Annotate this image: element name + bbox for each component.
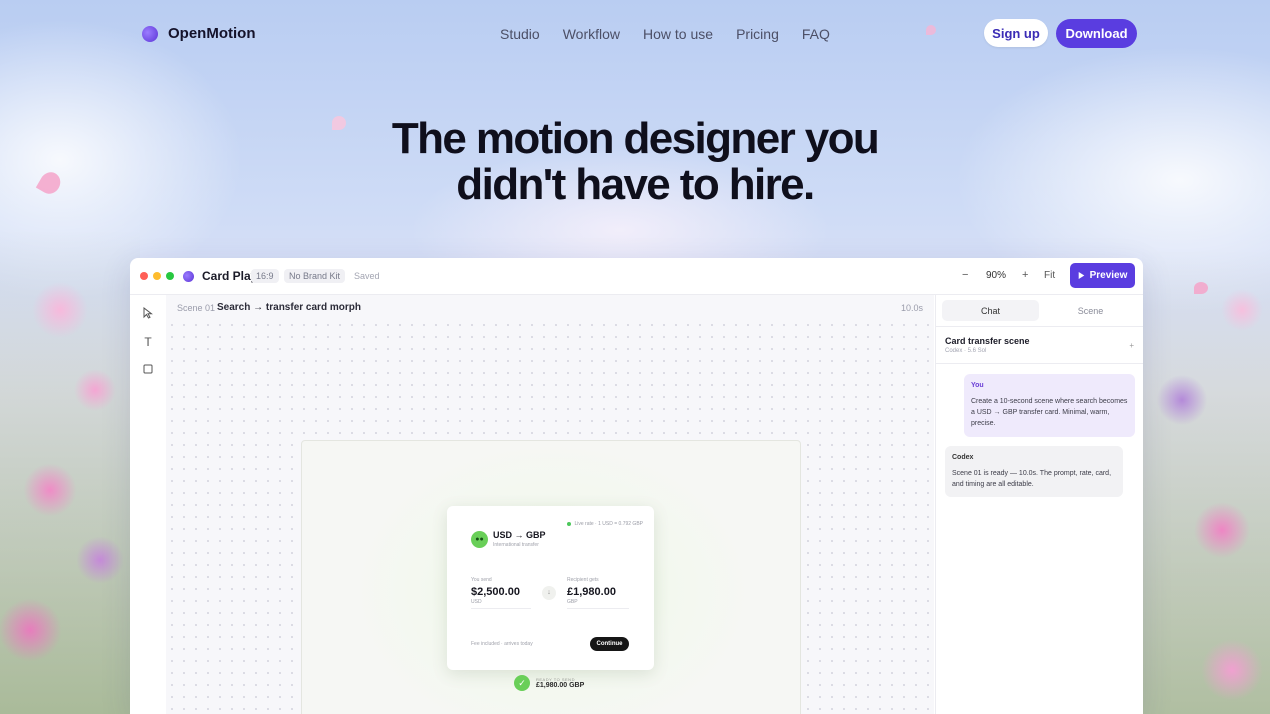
- scene-duration: 10.0s: [900, 303, 923, 313]
- receive-currency: GBP: [567, 599, 578, 605]
- flower-decoration-left: [0, 230, 140, 714]
- tab-chat[interactable]: Chat: [942, 300, 1039, 321]
- play-icon: [1078, 272, 1084, 279]
- scene-header: Scene 01 Search → transfer card morph 10…: [166, 295, 934, 320]
- send-label: You send: [471, 577, 492, 583]
- window-close-dot[interactable]: [140, 272, 148, 280]
- brand-logo[interactable]: OpenMotion: [142, 25, 255, 42]
- project-mark-icon: [183, 271, 194, 282]
- receive-label: Recipient gets: [567, 577, 599, 583]
- message-text: Create a 10-second scene where search be…: [971, 398, 1128, 427]
- ready-text: READY TO SEND £1,980.00 GBP: [536, 677, 584, 689]
- send-underline: [471, 608, 531, 609]
- zoom-level[interactable]: 90%: [986, 270, 1006, 281]
- hero-line-1: The motion designer you: [391, 114, 880, 163]
- hero-headline: The motion designer you didn't have to h…: [0, 116, 1270, 208]
- live-rate-text: Live rate · 1 USD = 0.792 GBP: [574, 521, 643, 527]
- currency-flag-icon: ●●: [471, 531, 488, 548]
- app-window: Card Play 16:9 No Brand Kit Saved − 90% …: [130, 258, 1143, 714]
- window-maximize-dot[interactable]: [166, 272, 174, 280]
- check-icon: ✓: [514, 675, 530, 691]
- petal-decoration: [1194, 282, 1208, 294]
- editor-canvas[interactable]: Scene 01 Search → transfer card morph 10…: [166, 295, 934, 714]
- message-author: Codex: [952, 454, 974, 461]
- swap-arrow-icon[interactable]: ↓: [542, 586, 556, 600]
- live-indicator-icon: [567, 522, 572, 526]
- message-text: Scene 01 is ready — 10.0s. The prompt, r…: [952, 470, 1112, 488]
- chat-message-user: You Create a 10-second scene where searc…: [964, 374, 1135, 437]
- currency-pair-subtitle: International transfer: [493, 542, 539, 548]
- flower-decoration-right: [1142, 250, 1270, 714]
- project-name[interactable]: Card Play: [202, 269, 257, 283]
- signup-button[interactable]: Sign up: [984, 19, 1048, 47]
- preview-button[interactable]: Preview: [1070, 263, 1135, 288]
- conversation-title[interactable]: Card transfer scene: [945, 336, 1030, 346]
- brand-kit-chip[interactable]: No Brand Kit: [284, 269, 346, 283]
- rectangle-tool-icon[interactable]: [141, 363, 155, 377]
- download-button[interactable]: Download: [1056, 19, 1137, 48]
- nav-link-how-to-use[interactable]: How to use: [643, 26, 713, 42]
- logo-mark-icon: [142, 25, 158, 42]
- conversation-subtitle: Codex · 5.6 Sol: [945, 348, 987, 354]
- hero-line-2: didn't have to hire.: [456, 160, 815, 209]
- ready-to-send-badge: ✓ READY TO SEND £1,980.00 GBP: [514, 675, 584, 691]
- live-rate: Live rate · 1 USD = 0.792 GBP: [567, 521, 643, 527]
- zoom-out-button[interactable]: −: [962, 269, 968, 281]
- new-conversation-button[interactable]: +: [1129, 341, 1134, 350]
- nav-link-pricing[interactable]: Pricing: [736, 26, 779, 42]
- zoom-in-button[interactable]: +: [1022, 269, 1028, 281]
- preview-label: Preview: [1089, 270, 1128, 281]
- fit-button[interactable]: Fit: [1044, 270, 1055, 281]
- nav-link-faq[interactable]: FAQ: [802, 26, 830, 42]
- save-status: Saved: [354, 271, 380, 281]
- receive-underline: [567, 608, 629, 609]
- text-tool-icon[interactable]: T: [141, 335, 155, 349]
- pointer-icon[interactable]: [141, 306, 155, 321]
- tab-scene[interactable]: Scene: [1042, 300, 1139, 321]
- send-amount[interactable]: $2,500.00: [471, 586, 520, 598]
- receive-amount[interactable]: £1,980.00: [567, 586, 616, 598]
- fee-note: Fee included · arrives today: [471, 641, 533, 647]
- scene-number: Scene 01: [177, 303, 216, 313]
- transfer-card[interactable]: Live rate · 1 USD = 0.792 GBP ●● USD → G…: [447, 506, 654, 670]
- chat-message-assistant: Codex Scene 01 is ready — 10.0s. The pro…: [945, 446, 1123, 497]
- panel-divider: [936, 326, 1143, 327]
- scene-title[interactable]: Search → transfer card morph: [217, 302, 361, 313]
- nav-link-studio[interactable]: Studio: [500, 26, 540, 42]
- nav-links: Studio Workflow How to use Pricing FAQ: [500, 26, 830, 42]
- ready-amount: £1,980.00 GBP: [536, 682, 585, 689]
- app-toolbar: Card Play 16:9 No Brand Kit Saved − 90% …: [130, 258, 1143, 295]
- scene-frame[interactable]: Live rate · 1 USD = 0.792 GBP ●● USD → G…: [301, 440, 801, 714]
- message-author: You: [971, 382, 984, 389]
- send-currency: USD: [471, 599, 482, 605]
- continue-button[interactable]: Continue: [590, 637, 629, 651]
- window-minimize-dot[interactable]: [153, 272, 161, 280]
- aspect-ratio-chip[interactable]: 16:9: [251, 269, 279, 283]
- top-navigation: OpenMotion Studio Workflow How to use Pr…: [0, 0, 1270, 66]
- side-panel: Chat Scene Card transfer scene Codex · 5…: [935, 295, 1143, 714]
- brand-name: OpenMotion: [168, 25, 256, 42]
- panel-divider: [936, 363, 1143, 364]
- nav-link-workflow[interactable]: Workflow: [563, 26, 620, 42]
- tool-rail: T: [130, 295, 167, 714]
- currency-pair: USD → GBP: [493, 530, 546, 540]
